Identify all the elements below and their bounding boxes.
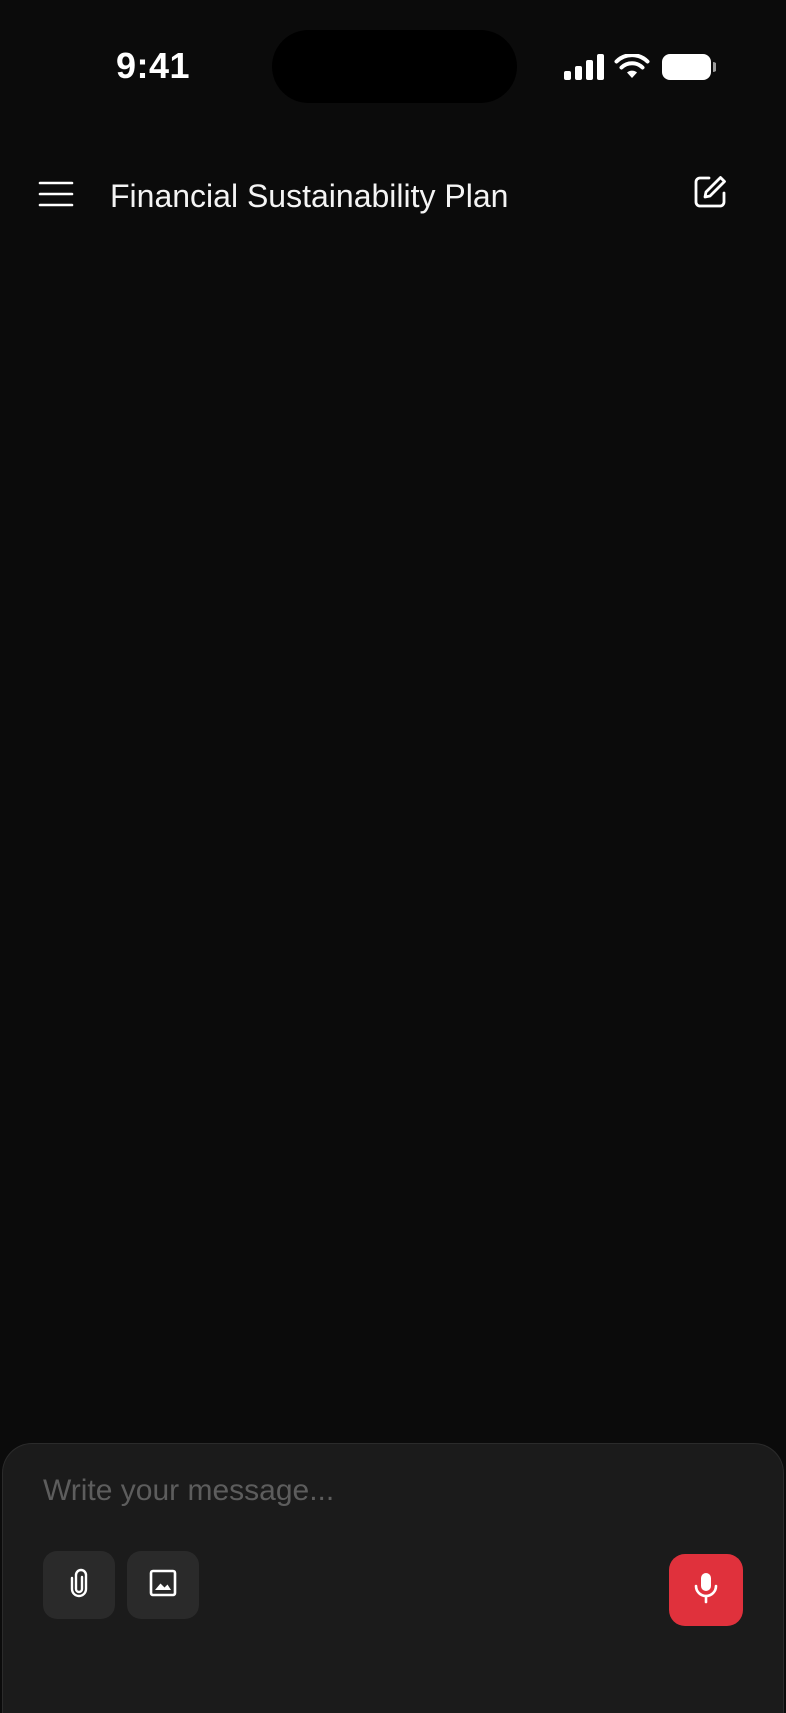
wifi-icon — [614, 54, 650, 80]
status-time: 9:41 — [116, 45, 191, 86]
edit-compose-icon — [692, 174, 728, 215]
dynamic-island — [272, 30, 517, 103]
page-title: Financial Sustainability Plan — [110, 178, 509, 214]
status-icons — [564, 48, 716, 86]
hamburger-menu-icon — [38, 180, 74, 213]
attach-button[interactable] — [43, 1551, 115, 1619]
message-composer — [2, 1443, 784, 1713]
voice-input-button[interactable] — [669, 1554, 743, 1626]
battery-icon — [662, 53, 716, 81]
header: Financial Sustainability Plan — [0, 160, 786, 230]
image-icon — [149, 1569, 177, 1602]
new-chat-button[interactable] — [686, 170, 734, 218]
image-button[interactable] — [127, 1551, 199, 1619]
microphone-icon — [693, 1571, 719, 1610]
paperclip-icon — [66, 1568, 92, 1603]
chat-messages-area — [0, 240, 786, 1440]
menu-button[interactable] — [32, 174, 80, 218]
message-input[interactable] — [43, 1466, 723, 1516]
status-bar: 9:41 — [0, 0, 786, 120]
cellular-signal-icon — [564, 54, 604, 80]
